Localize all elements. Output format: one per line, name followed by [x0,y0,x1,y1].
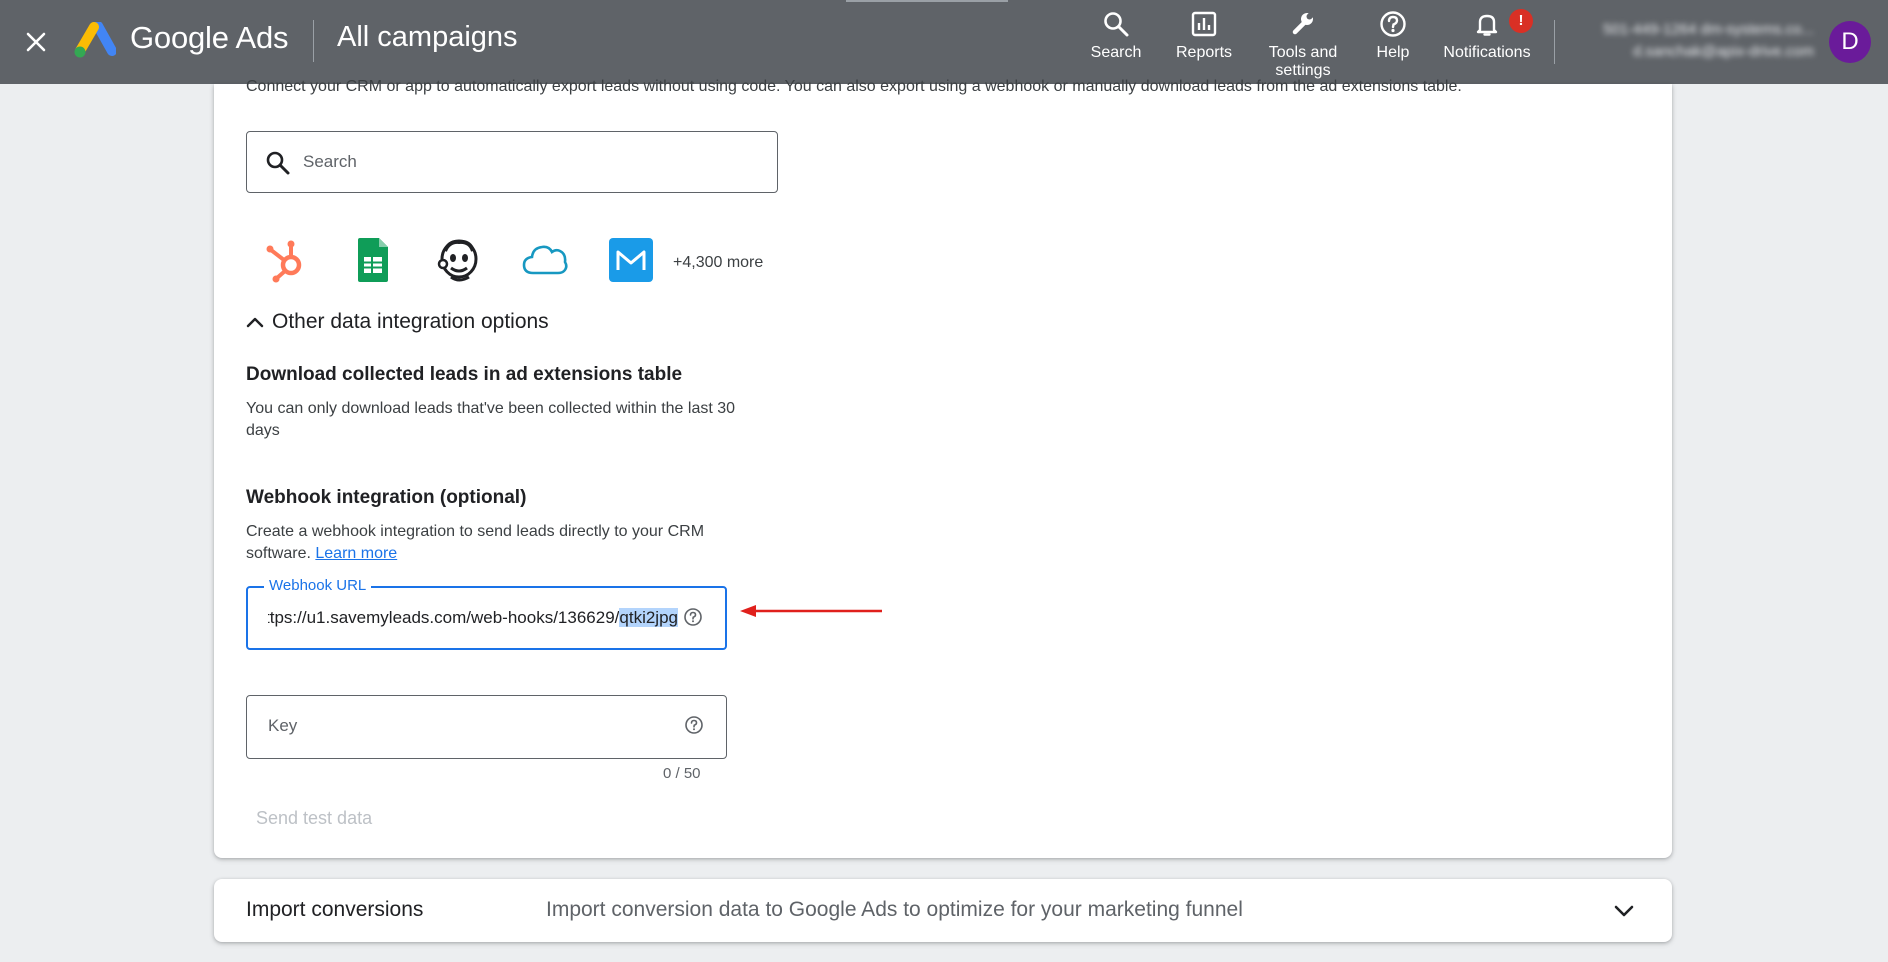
download-section-body: You can only download leads that've been… [246,400,736,439]
mailchimp-icon[interactable] [436,237,482,283]
nav-reports-label: Reports [1175,44,1233,61]
import-conversions-description: Import conversion data to Google Ads to … [546,898,1243,921]
nav-help[interactable]: Help [1370,0,1416,84]
webhook-url-text: https://u1.savemyleads.com/web-hooks/136… [268,608,620,627]
learn-more-link[interactable]: Learn more [315,545,397,562]
lead-export-card: Connect your CRM or app to automatically… [214,78,1672,858]
account-info[interactable]: 501-449-1264 dm-systems.co... d.sanchak@… [1570,19,1814,63]
brand-name: Google Ads [130,20,289,55]
key-placeholder: Key [268,716,298,735]
nav-search-label: Search [1090,44,1142,61]
loading-indicator [846,0,1008,2]
search-icon [266,151,290,175]
integration-icons [264,234,694,286]
nav-tools-and-settings[interactable]: Tools and settings [1260,0,1346,84]
import-conversions-title: Import conversions [246,898,424,921]
webhook-section-title: Webhook integration (optional) [246,487,527,508]
account-email: d.sanchak@apix-drive.com [1632,43,1814,60]
chevron-up-icon [246,317,264,328]
avatar[interactable]: D [1829,21,1871,63]
webhook-url-value: https://u1.savemyleads.com/web-hooks/136… [268,608,678,628]
nav-tools-label: Tools and settings [1268,44,1338,79]
search-placeholder: Search [303,152,357,171]
nav-search[interactable]: Search [1084,0,1148,84]
annotation-arrow-icon [740,605,882,617]
help-icon [1380,11,1406,37]
key-char-counter: 0 / 50 [663,765,701,782]
wrench-icon [1292,10,1317,35]
page-title: All campaigns [337,21,518,53]
webhook-url-field[interactable]: Webhook URL https://u1.savemyleads.com/w… [246,577,727,650]
close-button[interactable] [16,22,56,62]
close-icon [26,32,46,52]
nav-reports[interactable]: Reports [1168,0,1240,84]
key-field[interactable]: Key [246,695,727,759]
google-ads-logo-icon [72,21,117,60]
lead-export-intro: Connect your CRM or app to automatically… [246,78,1462,95]
help-icon[interactable] [684,715,704,735]
top-app-bar: Google Ads All campaigns Search Reports [0,0,1888,84]
salesforce-cloud-icon[interactable] [522,237,568,283]
webhook-url-selection: qtki2jpg [619,608,678,627]
nav-notifications-label: Notifications [1443,44,1531,61]
other-options-toggle[interactable]: Other data integration options [244,310,549,334]
webhook-url-label: Webhook URL [264,577,372,594]
help-icon[interactable] [683,607,703,627]
nav-notifications[interactable]: ! Notifications [1436,0,1538,84]
integration-search-input[interactable]: Search [246,131,778,193]
bell-icon [1476,14,1498,36]
nav-help-label: Help [1376,44,1410,61]
google-sheets-icon[interactable] [350,237,396,283]
import-conversions-panel[interactable]: Import conversions Import conversion dat… [214,879,1672,942]
hubspot-icon[interactable] [264,237,310,283]
notification-badge: ! [1509,9,1533,33]
send-test-data-button[interactable]: Send test data [256,808,372,829]
reports-icon [1191,11,1217,37]
header-divider-2 [1554,20,1555,64]
email-app-icon[interactable] [608,237,654,283]
more-integrations-link[interactable]: +4,300 more [673,254,763,272]
header-divider [313,20,314,62]
account-id: 501-449-1264 dm-systems.co... [1603,21,1814,38]
search-icon [1104,12,1129,37]
chevron-down-icon[interactable] [1612,899,1636,923]
download-section-title: Download collected leads in ad extension… [246,364,683,385]
other-options-label: Other data integration options [272,310,549,333]
webhook-section-body: Create a webhook integration to send lea… [246,521,736,565]
